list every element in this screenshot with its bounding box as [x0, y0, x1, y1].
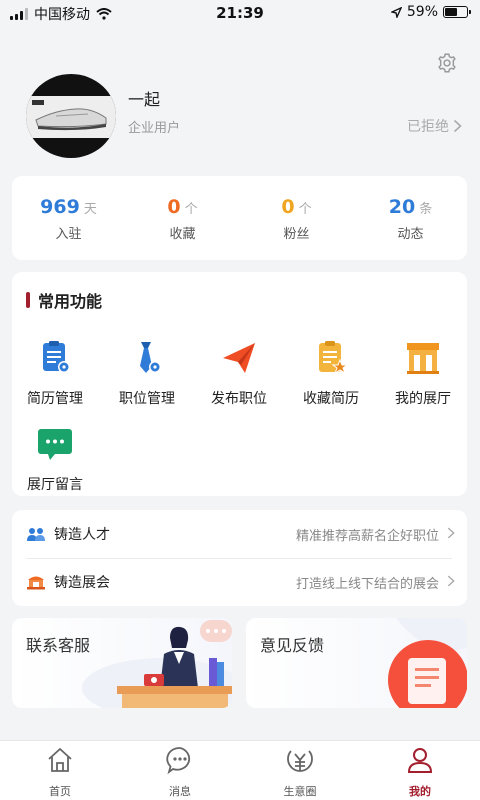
func-label: 简历管理: [27, 391, 83, 407]
stat-posts[interactable]: 20 条 动态: [354, 196, 467, 242]
section-accent-bar: [26, 292, 30, 308]
stat-value: 0: [281, 196, 295, 218]
func-label: 展厅留言: [27, 477, 83, 493]
func-position-management[interactable]: 职位管理: [104, 338, 190, 408]
forge-title: 铸造展会: [54, 575, 110, 591]
tie-icon: [140, 342, 161, 373]
stat-value: 0: [167, 196, 181, 218]
forge-exhibition-row[interactable]: 铸造展会 打造线上线下结合的展会: [12, 558, 467, 606]
stat-unit: 个: [184, 202, 198, 217]
username: 一起: [128, 90, 161, 109]
contact-service-card[interactable]: 联系客服: [12, 618, 232, 708]
stat-label: 入驻: [55, 227, 82, 242]
stat-value: 969: [40, 196, 80, 218]
stat-days-joined[interactable]: 969 天 入驻: [12, 196, 125, 242]
forge-title: 铸造人才: [54, 527, 110, 543]
bottom-tab-bar: 首页 消息 生意圈 我的: [0, 740, 480, 800]
chat-bubble-icon: [38, 429, 72, 460]
tab-label: 生意圈: [283, 785, 317, 798]
feedback-document-icon: [388, 618, 467, 708]
stat-value: 20: [388, 196, 416, 218]
forge-list-card: 铸造人才 精准推荐高薪名企好职位 铸造展会 打造线上线下结合的展会: [12, 510, 467, 606]
status-right: 59%: [390, 4, 471, 20]
chevron-right-icon: [453, 119, 462, 133]
tab-home[interactable]: 首页: [10, 745, 110, 799]
func-label: 发布职位: [211, 391, 267, 407]
location-arrow-icon: [390, 6, 402, 18]
feedback-card[interactable]: 意见反馈: [246, 618, 467, 708]
section-title: 常用功能: [26, 288, 102, 312]
stat-unit: 条: [419, 202, 433, 217]
people-icon: [27, 528, 45, 541]
tab-label: 消息: [169, 785, 191, 798]
battery-percent: 59%: [406, 4, 438, 20]
stat-label: 动态: [397, 227, 424, 242]
user-type: 企业用户: [128, 121, 181, 136]
stat-unit: 个: [298, 202, 312, 217]
home-icon: [48, 748, 72, 772]
func-saved-resumes[interactable]: 收藏简历: [288, 338, 374, 408]
func-my-showroom[interactable]: 我的展厅: [380, 338, 466, 408]
tab-label: 我的: [409, 785, 431, 798]
chevron-right-icon: [447, 575, 455, 587]
profile-header: 一起 企业用户 已拒绝: [0, 70, 480, 165]
stat-favorites[interactable]: 0个 收藏: [126, 196, 239, 242]
func-publish-position[interactable]: 发布职位: [196, 338, 282, 408]
battery-icon: [443, 6, 471, 18]
stat-label: 收藏: [169, 227, 196, 242]
stats-card: 969 天 入驻 0个 收藏 0个 粉丝 20 条 动态: [12, 176, 467, 260]
verification-status-label: 已拒绝: [407, 119, 449, 135]
resume-icon: [43, 341, 70, 373]
tab-business-circle[interactable]: 生意圈: [250, 745, 350, 799]
stat-fans[interactable]: 0个 粉丝: [240, 196, 353, 242]
shop-icon: [407, 343, 439, 374]
func-label: 我的展厅: [395, 391, 451, 407]
sneaker-photo-icon: [32, 100, 107, 131]
verification-status[interactable]: 已拒绝: [407, 116, 462, 136]
tab-label: 首页: [49, 785, 71, 798]
section-title-label: 常用功能: [38, 292, 103, 311]
func-label: 收藏简历: [303, 391, 359, 407]
customer-service-illustration: [82, 620, 232, 708]
forge-description: 精准推荐高薪名企好职位: [295, 529, 439, 544]
paper-plane-icon: [223, 343, 255, 373]
tab-mine[interactable]: 我的: [370, 745, 470, 799]
message-icon: [166, 747, 191, 775]
func-label: 职位管理: [119, 391, 175, 407]
tab-messages[interactable]: 消息: [130, 745, 230, 799]
user-icon: [407, 748, 433, 773]
battery-fill: [445, 8, 458, 16]
exhibition-icon: [27, 576, 45, 590]
forge-talent-row[interactable]: 铸造人才 精准推荐高薪名企好职位: [12, 510, 467, 558]
common-functions-card: 常用功能 简历管理 职位管理 发布职位 收藏简历 我的展厅 展厅留言: [12, 272, 467, 496]
chevron-right-icon: [447, 527, 455, 539]
status-bar: 中国移动 21:39 59%: [0, 0, 480, 26]
stat-label: 粉丝: [283, 227, 310, 242]
forge-description: 打造线上线下结合的展会: [295, 577, 439, 592]
func-showroom-messages[interactable]: 展厅留言: [12, 424, 98, 494]
func-resume-management[interactable]: 简历管理: [12, 338, 98, 408]
avatar[interactable]: [26, 74, 116, 158]
stat-unit: 天: [83, 202, 97, 217]
starred-document-icon: [319, 341, 349, 375]
business-circle-icon: [287, 750, 313, 772]
